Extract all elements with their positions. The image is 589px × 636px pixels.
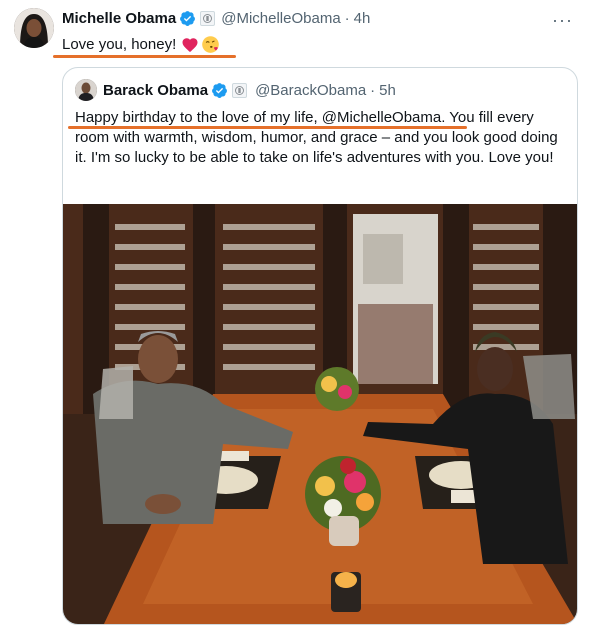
tweet-photo[interactable] (63, 204, 577, 624)
quoted-tweet-text: Happy birthday to the love of my life, @… (75, 109, 558, 166)
dinner-photo-image (63, 204, 577, 624)
quoted-tweet-header: Barack Obama @BarackObama · 5h (103, 82, 396, 99)
quoted-avatar[interactable] (75, 79, 97, 101)
government-affiliate-badge-icon (200, 11, 216, 26)
verified-badge-icon (212, 83, 227, 98)
avatar-photo (14, 8, 54, 48)
quoted-author-name[interactable]: Barack Obama (103, 82, 208, 99)
separator-dot: · (344, 10, 350, 27)
quoted-tweet-timestamp[interactable]: 5h (379, 82, 396, 99)
more-options-icon[interactable]: ··· (552, 11, 573, 29)
tweet-text-row: Love you, honey! (62, 35, 220, 54)
quoted-avatar-photo (75, 79, 97, 101)
quoted-tweet-card[interactable]: Barack Obama @BarackObama · 5h Happy bir… (62, 67, 578, 625)
face-blowing-kiss-icon (202, 36, 220, 53)
quoted-author-handle[interactable]: @BarackObama (255, 82, 366, 99)
author-name[interactable]: Michelle Obama (62, 10, 176, 27)
tweet-timestamp[interactable]: 4h (354, 10, 371, 27)
author-handle[interactable]: @MichelleObama (221, 10, 340, 27)
government-affiliate-badge-icon (232, 83, 248, 98)
annotation-underline (53, 55, 236, 58)
separator-dot: · (370, 82, 376, 99)
tweet-header: Michelle Obama @MichelleObama · 4h (62, 10, 370, 27)
avatar[interactable] (14, 8, 54, 48)
red-heart-icon (182, 37, 198, 52)
verified-badge-icon (180, 11, 196, 26)
annotation-underline (68, 126, 467, 129)
tweet-text: Love you, honey! (62, 36, 177, 53)
